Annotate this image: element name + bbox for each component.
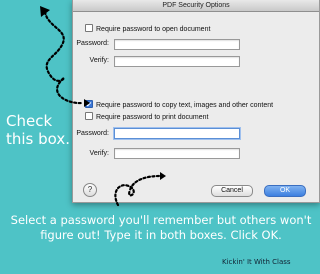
dialog-title: PDF Security Options xyxy=(73,0,319,12)
checkbox-label: Require password to copy text, images an… xyxy=(96,102,274,109)
checkbox-label: Require password to print document xyxy=(96,114,209,121)
require-copy-password-checkbox[interactable]: Require password to copy text, images an… xyxy=(85,100,273,109)
credit-text: Kickin' It With Class xyxy=(222,258,291,266)
checkbox-label: Require password to open document xyxy=(96,26,211,33)
require-print-password-checkbox[interactable]: Require password to print document xyxy=(85,112,208,121)
pdf-security-dialog: PDF Security Options Require password to… xyxy=(72,0,320,203)
copy-verify-label: Verify: xyxy=(89,150,109,157)
cancel-button[interactable]: Cancel xyxy=(211,185,253,197)
checkbox-box-checked[interactable] xyxy=(85,100,93,108)
open-password-label: Password: xyxy=(76,40,109,47)
open-verify-field[interactable] xyxy=(114,56,240,67)
ok-button[interactable]: OK xyxy=(264,185,306,197)
copy-verify-field[interactable] xyxy=(114,148,240,159)
checkbox-box[interactable] xyxy=(85,112,93,120)
check-this-box-note: Check this box. xyxy=(6,112,71,148)
instructions-text: Select a password you'll remember but ot… xyxy=(10,213,312,242)
help-button[interactable]: ? xyxy=(83,183,97,197)
checkbox-box[interactable] xyxy=(85,24,93,32)
open-password-field[interactable] xyxy=(114,39,240,50)
open-verify-label: Verify: xyxy=(89,57,109,64)
copy-password-field[interactable] xyxy=(114,128,240,139)
require-open-password-checkbox[interactable]: Require password to open document xyxy=(85,24,210,33)
